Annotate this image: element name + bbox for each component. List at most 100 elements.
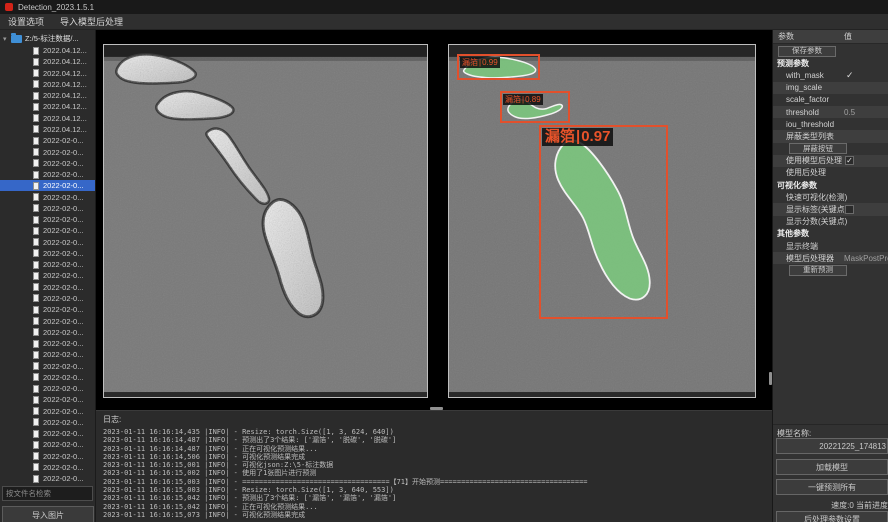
- tree-item[interactable]: 2022-02-0...: [0, 282, 96, 293]
- param-row[interactable]: 屏蔽类型列表: [773, 130, 888, 142]
- tree-item[interactable]: 2022.04.12...: [0, 79, 96, 90]
- tree-item[interactable]: 2022.04.12...: [0, 68, 96, 79]
- file-icon: [33, 351, 39, 359]
- param-value[interactable]: MaskPostPro: [844, 254, 888, 263]
- file-icon: [33, 171, 39, 179]
- tree-item-label: 2022-02-0...: [43, 384, 83, 393]
- file-icon: [33, 103, 39, 111]
- param-row[interactable]: 模型后处理器MaskPostPro: [773, 252, 888, 264]
- file-icon: [33, 159, 39, 167]
- param-row[interactable]: scale_factor: [773, 94, 888, 106]
- file-icon: [33, 249, 39, 257]
- tree-item[interactable]: 2022.04.12...: [0, 45, 96, 56]
- tree-item[interactable]: 2022-02-0...: [0, 315, 96, 326]
- menu-settings[interactable]: 设置选项: [8, 15, 44, 28]
- tree-item[interactable]: 2022-02-0...: [0, 203, 96, 214]
- tree-item[interactable]: 2022-02-0...: [0, 225, 96, 236]
- tree-item-label: 2022-02-0...: [43, 463, 83, 472]
- tree-item[interactable]: 2022-02-0...: [0, 135, 96, 146]
- file-icon: [33, 69, 39, 77]
- menu-import-postprocess[interactable]: 导入模型后处理: [60, 15, 123, 28]
- prediction-image-canvas[interactable]: 漏箔|0.99漏箔|0.89漏箔|0.97: [448, 44, 756, 398]
- tree-item[interactable]: 2022-02-0...: [0, 191, 96, 202]
- tree-item[interactable]: 2022.04.12...: [0, 90, 96, 101]
- postprocess-settings-button[interactable]: 后处理参数设置: [776, 511, 888, 522]
- predict-all-button[interactable]: 一键预测所有: [776, 479, 888, 495]
- tree-item[interactable]: 2022-02-0...: [0, 372, 96, 383]
- tree-item[interactable]: 2022-02-0...: [0, 158, 96, 169]
- param-row[interactable]: 重新预测: [773, 264, 888, 276]
- tree-item[interactable]: 2022-02-0...: [0, 338, 96, 349]
- tree-item[interactable]: 2022-02-0...: [0, 214, 96, 225]
- param-row[interactable]: 保存参数: [773, 45, 888, 57]
- tree-item[interactable]: 2022-02-0...: [0, 237, 96, 248]
- tree-item[interactable]: 2022-02-0...: [0, 146, 96, 157]
- chevron-down-icon[interactable]: ▾: [3, 35, 11, 43]
- param-label: 显示终端: [786, 241, 818, 252]
- param-row[interactable]: threshold 0.5: [773, 106, 888, 118]
- column-header-value: 值: [844, 30, 852, 44]
- window-title: Detection_2023.1.5.1: [18, 3, 94, 12]
- tree-item[interactable]: 2022-02-0...: [0, 428, 96, 439]
- tree-item[interactable]: 2022-02-0...: [0, 304, 96, 315]
- tree-item[interactable]: 2022-02-0...: [0, 383, 96, 394]
- model-name-button[interactable]: 20221225_174813: [776, 438, 888, 454]
- tree-item-label: 2022-02-0...: [43, 440, 83, 449]
- tree-item[interactable]: 2022-02-0...: [0, 473, 96, 484]
- check-icon[interactable]: ✓: [846, 70, 854, 81]
- param-row[interactable]: 使用模型后处理✓: [773, 155, 888, 167]
- log-line: 2023-01-11 16:16:14,506 |INFO| - 可视化预测结果…: [103, 453, 772, 461]
- tree-item[interactable]: 2022.04.12...: [0, 124, 96, 135]
- tree-item[interactable]: 2022-02-0...: [0, 270, 96, 281]
- param-row[interactable]: 显示分数(关键点): [773, 216, 888, 228]
- param-button[interactable]: 重新预测: [789, 265, 847, 276]
- param-row[interactable]: 屏蔽按钮: [773, 143, 888, 155]
- tree-item[interactable]: 2022.04.12...: [0, 113, 96, 124]
- param-row[interactable]: 显示标签(关键点): [773, 203, 888, 215]
- tree-item[interactable]: 2022.04.12...: [0, 101, 96, 112]
- tree-item[interactable]: 2022-02-0...: [0, 259, 96, 270]
- tree-item[interactable]: 2022.04.12...: [0, 56, 96, 67]
- tree-item[interactable]: 2022-02-0...: [0, 462, 96, 473]
- log-panel[interactable]: 日志: 2023-01-11 16:16:14,435 |INFO| - Res…: [96, 410, 772, 522]
- param-label: iou_threshold: [786, 120, 834, 129]
- tree-root[interactable]: ▾ Z:/5-标注数据/...: [0, 32, 96, 45]
- tree-item[interactable]: 2022-02-0...: [0, 394, 96, 405]
- param-row[interactable]: 快速可视化(检测): [773, 191, 888, 203]
- tree-item[interactable]: 2022-02-0...: [0, 406, 96, 417]
- tree-item[interactable]: 2022-02-0...: [0, 417, 96, 428]
- param-section-row: 可视化参数: [773, 179, 888, 191]
- param-row[interactable]: 使用后处理: [773, 167, 888, 179]
- param-row[interactable]: with_mask ✓: [773, 69, 888, 81]
- search-input[interactable]: [2, 486, 93, 501]
- param-row[interactable]: iou_threshold: [773, 118, 888, 130]
- tree-item[interactable]: 2022-02-0...: [0, 327, 96, 338]
- original-image-canvas[interactable]: [103, 44, 428, 398]
- tree-item[interactable]: 2022-02-0...: [0, 439, 96, 450]
- tree-item[interactable]: 2022-02-0...: [0, 360, 96, 371]
- file-tree[interactable]: ▾ Z:/5-标注数据/... 2022.04.12...2022.04.12.…: [0, 32, 96, 484]
- checkbox-icon[interactable]: [845, 205, 854, 214]
- tree-item-label: 2022-02-0...: [43, 193, 83, 202]
- tree-item[interactable]: 2022-02-0...: [0, 248, 96, 259]
- file-icon: [33, 137, 39, 145]
- tree-item[interactable]: 2022-02-0...: [0, 169, 96, 180]
- load-model-button[interactable]: 加载模型: [776, 459, 888, 475]
- tree-item[interactable]: 2022-02-0...: [0, 180, 96, 191]
- tree-item-label: 2022-02-0...: [43, 395, 83, 404]
- param-label: with_mask: [786, 71, 824, 80]
- param-button[interactable]: 保存参数: [778, 46, 836, 57]
- param-row[interactable]: img_scale: [773, 82, 888, 94]
- tree-item-label: 2022.04.12...: [43, 80, 87, 89]
- param-button[interactable]: 屏蔽按钮: [789, 143, 847, 154]
- tree-item[interactable]: 2022-02-0...: [0, 349, 96, 360]
- param-value[interactable]: 0.5: [844, 108, 855, 117]
- param-row[interactable]: 显示终端: [773, 240, 888, 252]
- app-icon: [5, 3, 13, 11]
- import-image-button[interactable]: 导入图片: [2, 506, 94, 522]
- log-line: 2023-01-11 16:16:14,487 |INFO| - 正在可视化预测…: [103, 445, 772, 453]
- tree-item[interactable]: 2022-02-0...: [0, 451, 96, 462]
- param-label: threshold: [786, 108, 819, 117]
- tree-item[interactable]: 2022-02-0...: [0, 293, 96, 304]
- checkbox-icon[interactable]: ✓: [845, 156, 854, 165]
